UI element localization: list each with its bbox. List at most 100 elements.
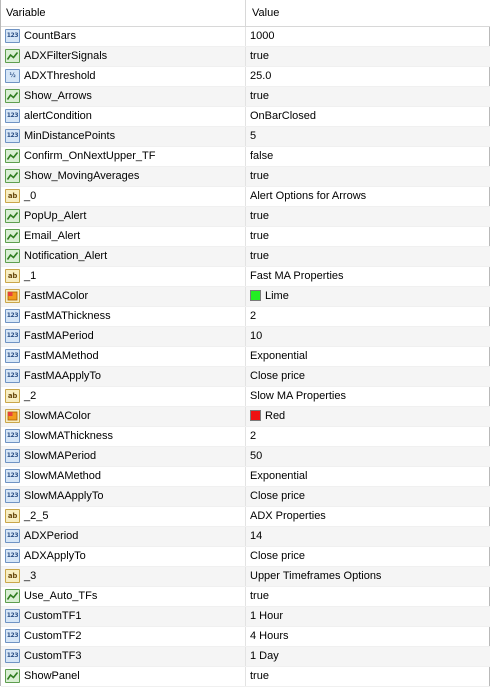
variable-cell[interactable]: SlowMAColor	[1, 407, 246, 426]
value-cell[interactable]: 2	[246, 427, 490, 446]
table-row[interactable]: ab _0 Alert Options for Arrows	[1, 187, 490, 207]
table-row[interactable]: 123 ADXPeriod 14	[1, 527, 490, 547]
variable-cell[interactable]: Confirm_OnNextUpper_TF	[1, 147, 246, 166]
table-row[interactable]: Show_Arrows true	[1, 87, 490, 107]
variable-cell[interactable]: 123 ADXApplyTo	[1, 547, 246, 566]
variable-cell[interactable]: ½ ADXThreshold	[1, 67, 246, 86]
variable-cell[interactable]: 123 SlowMAThickness	[1, 427, 246, 446]
value-cell[interactable]: Lime	[246, 287, 490, 306]
variable-cell[interactable]: ab _3	[1, 567, 246, 586]
variable-cell[interactable]: ab _1	[1, 267, 246, 286]
variable-cell[interactable]: 123 FastMAThickness	[1, 307, 246, 326]
value-cell[interactable]: true	[246, 47, 490, 66]
value-cell[interactable]: Red	[246, 407, 490, 426]
table-row[interactable]: Show_MovingAverages true	[1, 167, 490, 187]
variable-cell[interactable]: ab _2	[1, 387, 246, 406]
value-cell[interactable]: Upper Timeframes Options	[246, 567, 490, 586]
value-cell[interactable]: Exponential	[246, 467, 490, 486]
variable-cell[interactable]: Show_MovingAverages	[1, 167, 246, 186]
variable-cell[interactable]: ShowPanel	[1, 667, 246, 686]
table-row[interactable]: ab _2 Slow MA Properties	[1, 387, 490, 407]
table-row[interactable]: 123 SlowMAMethod Exponential	[1, 467, 490, 487]
table-row[interactable]: FastMAColor Lime	[1, 287, 490, 307]
value-cell[interactable]: Alert Options for Arrows	[246, 187, 490, 206]
table-row[interactable]: ab _1 Fast MA Properties	[1, 267, 490, 287]
variable-cell[interactable]: 123 alertCondition	[1, 107, 246, 126]
value-cell[interactable]: Close price	[246, 367, 490, 386]
variable-cell[interactable]: 123 FastMAMethod	[1, 347, 246, 366]
value-cell[interactable]: true	[246, 167, 490, 186]
table-row[interactable]: Email_Alert true	[1, 227, 490, 247]
value-cell[interactable]: Fast MA Properties	[246, 267, 490, 286]
variable-cell[interactable]: 123 CountBars	[1, 27, 246, 46]
value-cell[interactable]: 1000	[246, 27, 490, 46]
value-cell[interactable]: true	[246, 667, 490, 686]
variable-cell[interactable]: 123 SlowMAPeriod	[1, 447, 246, 466]
variable-cell[interactable]: PopUp_Alert	[1, 207, 246, 226]
column-header-value[interactable]: Value	[246, 0, 490, 26]
table-row[interactable]: 123 MinDistancePoints 5	[1, 127, 490, 147]
variable-cell[interactable]: 123 SlowMAApplyTo	[1, 487, 246, 506]
variable-cell[interactable]: 123 MinDistancePoints	[1, 127, 246, 146]
value-cell[interactable]: false	[246, 147, 490, 166]
value-cell[interactable]: 50	[246, 447, 490, 466]
table-row[interactable]: 123 CustomTF3 1 Day	[1, 647, 490, 667]
value-cell[interactable]: OnBarClosed	[246, 107, 490, 126]
table-row[interactable]: ab _2_5 ADX Properties	[1, 507, 490, 527]
variable-cell[interactable]: 123 FastMAApplyTo	[1, 367, 246, 386]
variable-cell[interactable]: ab _0	[1, 187, 246, 206]
table-row[interactable]: 123 FastMAApplyTo Close price	[1, 367, 490, 387]
value-cell[interactable]: Exponential	[246, 347, 490, 366]
table-row[interactable]: ab _3 Upper Timeframes Options	[1, 567, 490, 587]
value-cell[interactable]: 1 Day	[246, 647, 490, 666]
variable-cell[interactable]: 123 CustomTF2	[1, 627, 246, 646]
variable-cell[interactable]: 123 FastMAPeriod	[1, 327, 246, 346]
value-cell[interactable]: true	[246, 587, 490, 606]
variable-cell[interactable]: FastMAColor	[1, 287, 246, 306]
value-cell[interactable]: true	[246, 247, 490, 266]
value-cell[interactable]: 1 Hour	[246, 607, 490, 626]
variable-cell[interactable]: Use_Auto_TFs	[1, 587, 246, 606]
table-row[interactable]: 123 SlowMAThickness 2	[1, 427, 490, 447]
value-cell[interactable]: true	[246, 207, 490, 226]
table-row[interactable]: Confirm_OnNextUpper_TF false	[1, 147, 490, 167]
variable-cell[interactable]: ab _2_5	[1, 507, 246, 526]
variable-cell[interactable]: 123 SlowMAMethod	[1, 467, 246, 486]
table-row[interactable]: 123 FastMAPeriod 10	[1, 327, 490, 347]
variable-cell[interactable]: 123 CustomTF3	[1, 647, 246, 666]
value-cell[interactable]: 10	[246, 327, 490, 346]
table-row[interactable]: 123 SlowMAPeriod 50	[1, 447, 490, 467]
table-row[interactable]: 123 FastMAMethod Exponential	[1, 347, 490, 367]
table-row[interactable]: 123 FastMAThickness 2	[1, 307, 490, 327]
value-cell[interactable]: true	[246, 227, 490, 246]
variable-cell[interactable]: 123 ADXPeriod	[1, 527, 246, 546]
table-row[interactable]: PopUp_Alert true	[1, 207, 490, 227]
table-row[interactable]: Notification_Alert true	[1, 247, 490, 267]
variable-cell[interactable]: Show_Arrows	[1, 87, 246, 106]
variable-cell[interactable]: 123 CustomTF1	[1, 607, 246, 626]
value-cell[interactable]: 4 Hours	[246, 627, 490, 646]
table-row[interactable]: 123 CountBars 1000	[1, 27, 490, 47]
value-cell[interactable]: Close price	[246, 487, 490, 506]
variable-cell[interactable]: ADXFilterSignals	[1, 47, 246, 66]
table-row[interactable]: 123 CustomTF1 1 Hour	[1, 607, 490, 627]
table-row[interactable]: 123 ADXApplyTo Close price	[1, 547, 490, 567]
column-header-variable[interactable]: Variable	[1, 0, 246, 26]
value-cell[interactable]: true	[246, 87, 490, 106]
table-row[interactable]: ADXFilterSignals true	[1, 47, 490, 67]
variable-cell[interactable]: Notification_Alert	[1, 247, 246, 266]
table-row[interactable]: 123 alertCondition OnBarClosed	[1, 107, 490, 127]
value-cell[interactable]: Close price	[246, 547, 490, 566]
table-row[interactable]: 123 CustomTF2 4 Hours	[1, 627, 490, 647]
variable-cell[interactable]: Email_Alert	[1, 227, 246, 246]
table-row[interactable]: 123 SlowMAApplyTo Close price	[1, 487, 490, 507]
table-row[interactable]: SlowMAColor Red	[1, 407, 490, 427]
value-cell[interactable]: Slow MA Properties	[246, 387, 490, 406]
table-row[interactable]: Use_Auto_TFs true	[1, 587, 490, 607]
value-cell[interactable]: ADX Properties	[246, 507, 490, 526]
value-cell[interactable]: 25.0	[246, 67, 490, 86]
value-cell[interactable]: 5	[246, 127, 490, 146]
value-cell[interactable]: 14	[246, 527, 490, 546]
table-row[interactable]: ShowPanel true	[1, 667, 490, 687]
value-cell[interactable]: 2	[246, 307, 490, 326]
